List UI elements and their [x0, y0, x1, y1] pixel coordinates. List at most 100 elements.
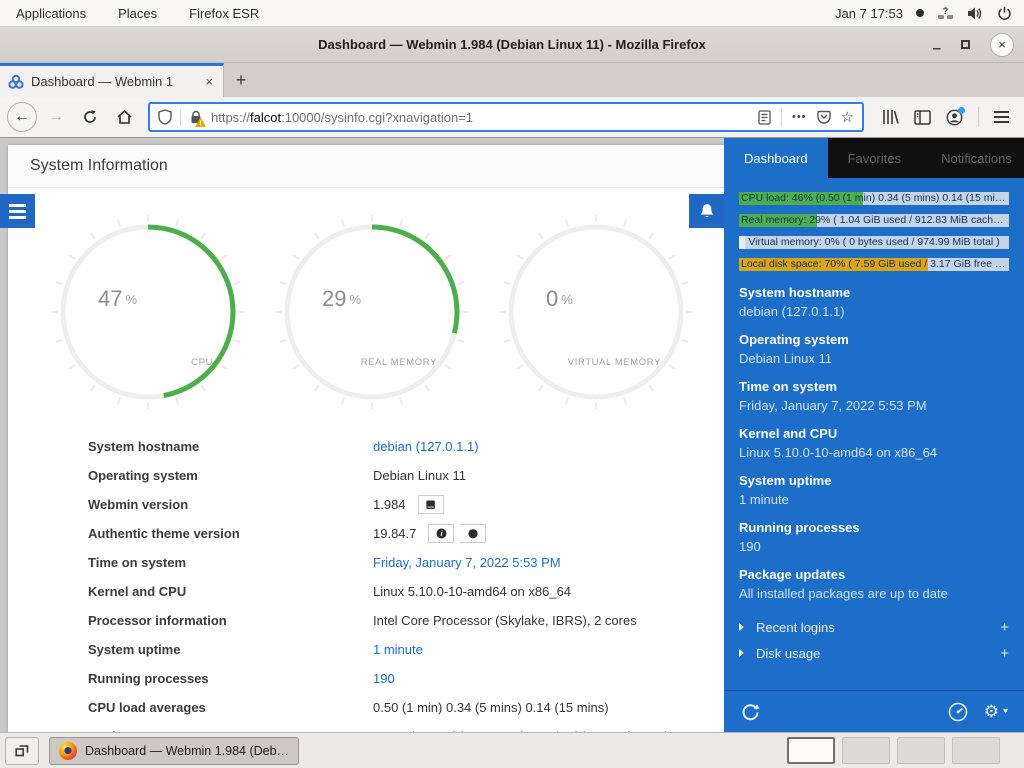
table-row: System hostnamedebian (127.0.1.1) — [8, 432, 724, 461]
chevron-right-icon — [739, 623, 744, 631]
settings-menu-button[interactable]: ⚙ ▾ — [984, 702, 1008, 722]
svg-text:CPU: CPU — [191, 357, 213, 368]
real-memory-gauge: 29% REAL MEMORY — [272, 214, 472, 410]
workspace-3[interactable] — [897, 737, 945, 764]
minimize-button[interactable]: – — [933, 36, 941, 54]
tab-notifications[interactable]: Notifications — [921, 138, 1024, 178]
workspace-4[interactable] — [952, 737, 1000, 764]
time-link[interactable]: Friday, January 7, 2022 5:53 PM — [373, 555, 561, 570]
speedometer-icon[interactable] — [948, 702, 968, 722]
account-notification-dot — [958, 107, 965, 114]
taskbar-window-button[interactable]: Dashboard — Webmin 1.984 (Deb… — [49, 737, 299, 765]
workspace-2[interactable] — [842, 737, 890, 764]
system-info-table: System hostnamedebian (127.0.1.1) Operat… — [8, 432, 724, 732]
volume-icon[interactable] — [967, 6, 984, 21]
window-title: Dashboard — Webmin 1.984 (Debian Linux 1… — [318, 37, 706, 52]
maximize-button[interactable] — [961, 40, 970, 49]
network-icon[interactable]: ? — [937, 6, 954, 21]
clock[interactable]: Jan 7 17:53 — [835, 6, 903, 21]
firefox-icon — [59, 742, 77, 760]
sidebar-toggle-icon[interactable] — [914, 110, 931, 125]
gnome-top-bar: Applications Places Firefox ESR Jan 7 17… — [0, 0, 1024, 27]
table-row: Processor informationIntel Core Processo… — [8, 606, 724, 635]
show-desktop-button[interactable] — [5, 737, 39, 765]
library-icon[interactable] — [881, 109, 899, 125]
url-text[interactable]: https://falcot:10000/sysinfo.cgi?xnaviga… — [211, 110, 750, 125]
toolbar-separator — [978, 107, 979, 127]
power-icon[interactable] — [997, 6, 1012, 21]
places-menu[interactable]: Places — [102, 0, 173, 26]
table-row: Operating systemDebian Linux 11 — [8, 461, 724, 490]
pocket-icon[interactable] — [817, 110, 831, 124]
bookmark-star-icon[interactable]: ☆ — [841, 108, 854, 126]
refresh-icon[interactable] — [740, 701, 761, 722]
reload-button[interactable] — [75, 102, 105, 132]
new-tab-button[interactable]: + — [224, 63, 258, 97]
taskbar: Dashboard — Webmin 1.984 (Deb… — [0, 732, 1024, 768]
virtual-memory-gauge: 0% VIRTUAL MEMORY — [496, 214, 696, 410]
gauges-row: 47% CPU 29% REAL MEMORY 0% VIRTUAL MEMOR… — [8, 188, 724, 410]
forward-button[interactable]: → — [41, 102, 71, 132]
system-information-card: System Information 47% CPU 29% REAL MEMO… — [8, 145, 724, 732]
back-button[interactable]: ← — [7, 102, 37, 132]
sidebar-open-button[interactable] — [0, 194, 35, 228]
tab-close-icon[interactable]: × — [203, 74, 215, 89]
cpu-load-meter[interactable]: CPU load: 46% (0.50 (1 min) 0.34 (5 mins… — [739, 192, 1009, 205]
webmin-sidebar: Dashboard Favorites Notifications CPU lo… — [724, 138, 1024, 732]
browser-tab[interactable]: Dashboard — Webmin 1 × — [0, 63, 224, 97]
svg-text:29%: 29% — [322, 286, 361, 311]
info-icon: i — [436, 528, 447, 539]
gear-icon: ⚙ — [984, 702, 999, 722]
close-window-button[interactable]: × — [990, 33, 1014, 57]
virtual-memory-meter[interactable]: Virtual memory: 0% ( 0 bytes used / 974.… — [739, 236, 1009, 249]
sidebar-footer: ⚙ ▾ — [724, 690, 1024, 732]
expand-plus-icon[interactable]: + — [1000, 645, 1009, 662]
table-row: Real memory1.04 GiB used / 912.83 MiB ca… — [8, 722, 724, 732]
webmin-changelog-button[interactable] — [418, 495, 444, 514]
tab-dashboard[interactable]: Dashboard — [724, 138, 828, 178]
desktop: Applications Places Firefox ESR Jan 7 17… — [0, 0, 1024, 768]
svg-text:?: ? — [943, 6, 949, 16]
table-row: Webmin version 1.984 — [8, 490, 724, 519]
resource-meters: CPU load: 46% (0.50 (1 min) 0.34 (5 mins… — [724, 178, 1024, 285]
table-row: Kernel and CPULinux 5.10.0-10-amd64 on x… — [8, 577, 724, 606]
status-dot-icon — [916, 9, 924, 17]
firefox-esr-menu[interactable]: Firefox ESR — [173, 0, 275, 26]
tab-title: Dashboard — Webmin 1 — [31, 74, 196, 89]
page-actions-icon[interactable]: ••• — [792, 111, 807, 123]
uptime-link[interactable]: 1 minute — [373, 642, 423, 657]
account-icon[interactable] — [946, 109, 963, 126]
disk-usage-toggle[interactable]: Disk usage + — [724, 640, 1024, 666]
applications-menu[interactable]: Applications — [0, 0, 102, 26]
webmin-favicon-icon — [8, 74, 24, 90]
firefox-titlebar: Dashboard — Webmin 1.984 (Debian Linux 1… — [0, 27, 1024, 63]
svg-text:!: ! — [199, 118, 202, 126]
processes-link[interactable]: 190 — [373, 671, 395, 686]
workspace-1[interactable] — [787, 737, 835, 764]
hostname-link[interactable]: debian (127.0.1.1) — [373, 439, 479, 454]
firefox-tab-bar: Dashboard — Webmin 1 × + — [0, 63, 1024, 97]
reader-mode-icon[interactable] — [758, 110, 771, 125]
table-row: System uptime1 minute — [8, 635, 724, 664]
sidebar-tabs: Dashboard Favorites Notifications — [724, 138, 1024, 178]
tracking-shield-icon[interactable] — [158, 109, 172, 125]
real-memory-meter[interactable]: Real memory: 29% ( 1.04 GiB used / 912.8… — [739, 214, 1009, 227]
home-button[interactable] — [109, 102, 139, 132]
menu-icon[interactable] — [994, 111, 1009, 123]
tab-favorites[interactable]: Favorites — [828, 138, 921, 178]
svg-text:VIRTUAL MEMORY: VIRTUAL MEMORY — [568, 357, 661, 368]
table-row: CPU load averages0.50 (1 min) 0.34 (5 mi… — [8, 693, 724, 722]
url-divider — [180, 109, 181, 126]
workspace-switcher — [787, 737, 1000, 764]
disk-space-meter[interactable]: Local disk space: 70% ( 7.59 GiB used / … — [739, 258, 1009, 271]
expand-plus-icon[interactable]: + — [1000, 619, 1009, 636]
recent-logins-toggle[interactable]: Recent logins + — [724, 614, 1024, 640]
theme-info-button[interactable]: i — [428, 524, 454, 543]
restore-windows-icon — [15, 744, 29, 757]
sidebar-info-list: System hostnamedebian (127.0.1.1) Operat… — [724, 285, 1024, 614]
caret-down-icon: ▾ — [1003, 706, 1008, 717]
notifications-bell-button[interactable] — [689, 194, 724, 228]
theme-github-button[interactable] — [460, 524, 486, 543]
url-bar[interactable]: ! https://falcot:10000/sysinfo.cgi?xnavi… — [148, 102, 864, 132]
lock-warning-icon[interactable]: ! — [189, 110, 203, 125]
